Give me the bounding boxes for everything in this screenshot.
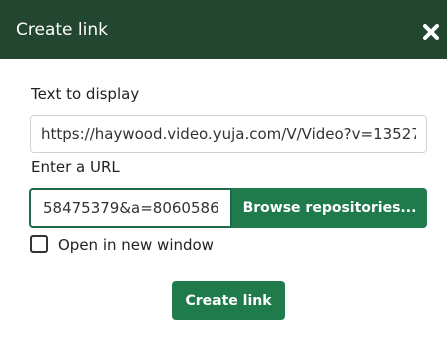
create-link-button[interactable]: Create link bbox=[172, 281, 285, 320]
dialog-title: Create link bbox=[16, 20, 108, 40]
text-to-display-label: Text to display bbox=[31, 85, 140, 103]
dialog-titlebar: Create link bbox=[0, 0, 447, 59]
close-icon[interactable] bbox=[421, 22, 441, 42]
dialog-body: Text to display Enter a URL Browse repos… bbox=[0, 59, 447, 341]
open-new-window-label[interactable]: Open in new window bbox=[58, 236, 214, 254]
open-new-window-checkbox[interactable] bbox=[30, 235, 48, 253]
browse-repositories-button[interactable]: Browse repositories... bbox=[232, 188, 427, 228]
create-link-dialog: Create link Text to display Enter a URL … bbox=[0, 0, 447, 341]
text-to-display-input[interactable] bbox=[30, 115, 427, 153]
url-label: Enter a URL bbox=[31, 158, 120, 176]
url-input[interactable] bbox=[29, 188, 232, 228]
